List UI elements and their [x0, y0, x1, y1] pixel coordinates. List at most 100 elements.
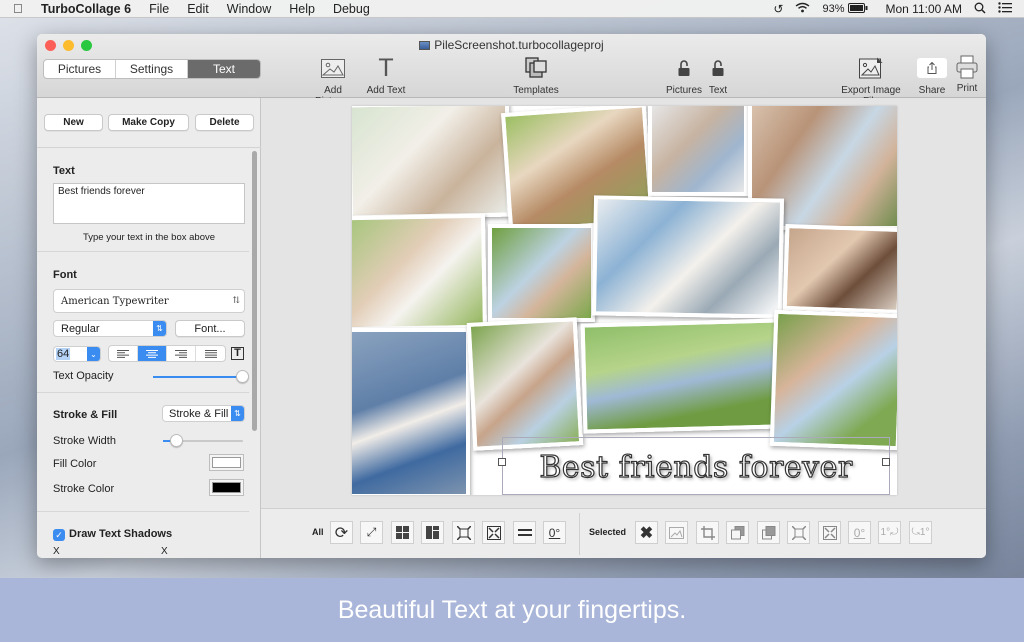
opacity-slider-fill	[153, 376, 243, 378]
menu-window[interactable]: Window	[227, 2, 271, 16]
font-family-select[interactable]: American Typewriter ⇅	[53, 289, 245, 313]
shrink-icon	[822, 525, 837, 540]
expand-all-button[interactable]	[452, 521, 475, 544]
replace-image-button[interactable]	[665, 521, 688, 544]
window-title: PileScreenshot.turbocollageproj	[37, 38, 986, 52]
font-size-value[interactable]: 64	[56, 348, 71, 360]
print-button[interactable]: Print	[953, 54, 981, 94]
opacity-slider-knob[interactable]	[236, 370, 249, 383]
text-box-icon[interactable]: T	[231, 347, 244, 360]
font-style-value: Regular	[61, 322, 100, 335]
sidebar-scrollbar[interactable]	[252, 151, 257, 431]
crop-button[interactable]	[696, 521, 719, 544]
align-center-button[interactable]	[138, 346, 167, 361]
stroke-mode-value: Stroke & Fill	[169, 407, 229, 420]
align-left-button[interactable]	[109, 346, 138, 361]
delete-text-button[interactable]: Delete	[195, 114, 254, 131]
collage-text-caption[interactable]: Best friends forever	[502, 449, 890, 485]
templates-label: Templates	[513, 85, 559, 96]
add-text-button[interactable]: T Add Text	[365, 54, 407, 97]
lock-pictures-button[interactable]: Pictures	[665, 56, 703, 96]
rotate-zero-selected-button[interactable]: 0°	[848, 521, 871, 544]
equal-size-button[interactable]	[513, 521, 536, 544]
font-panel-button[interactable]: Font...	[175, 320, 245, 337]
menu-bar:  TurboCollage 6 File Edit Window Help D…	[0, 0, 1024, 18]
opacity-slider[interactable]	[153, 370, 249, 383]
fill-color-well[interactable]	[209, 454, 244, 471]
collage-canvas[interactable]: Best friends forever	[352, 106, 897, 495]
rotate-cw-button[interactable]: 1°⤾	[878, 521, 901, 544]
stroke-mode-select[interactable]: Stroke & Fill ⇅	[162, 405, 245, 422]
draw-shadows-checkbox[interactable]: ✓	[53, 529, 65, 541]
share-button[interactable]: Share	[917, 56, 947, 96]
menu-debug[interactable]: Debug	[333, 2, 370, 16]
shuffle-button[interactable]: ⟳	[330, 521, 353, 544]
menu-help[interactable]: Help	[289, 2, 315, 16]
crop-icon	[700, 525, 715, 540]
collage-photo[interactable]	[488, 224, 595, 322]
app-window: PileScreenshot.turbocollageproj Pictures…	[37, 34, 986, 558]
project-file-icon	[419, 41, 431, 50]
collage-photo[interactable]	[648, 106, 748, 196]
apple-icon[interactable]: 	[13, 1, 27, 16]
stroke-width-slider[interactable]	[163, 434, 243, 447]
menu-edit[interactable]: Edit	[187, 2, 209, 16]
expand-selected-button[interactable]	[787, 521, 810, 544]
lock-text-button[interactable]: Text	[703, 56, 733, 96]
menu-app-name[interactable]: TurboCollage 6	[41, 2, 131, 16]
collage-photo[interactable]	[352, 106, 511, 220]
grid-button[interactable]	[391, 521, 414, 544]
mosaic-button[interactable]	[421, 521, 444, 544]
collage-photo[interactable]	[352, 328, 470, 495]
align-justify-button[interactable]	[196, 346, 225, 361]
collage-photo[interactable]	[352, 213, 487, 332]
collage-photo[interactable]	[782, 223, 897, 315]
wifi-icon[interactable]	[795, 2, 810, 16]
spotlight-icon[interactable]	[974, 2, 986, 17]
collage-photo[interactable]	[769, 309, 897, 451]
tab-text[interactable]: Text	[188, 60, 260, 78]
collage-photo[interactable]	[580, 318, 784, 434]
battery-icon[interactable]	[847, 2, 868, 16]
rotate-zero-all-button[interactable]: 0°	[543, 521, 566, 544]
stroke-width-label: Stroke Width	[53, 435, 116, 447]
tab-settings[interactable]: Settings	[116, 60, 188, 78]
shrink-selected-button[interactable]	[818, 521, 841, 544]
shrink-all-button[interactable]	[482, 521, 505, 544]
rotate-zero-icon: 0°	[853, 525, 866, 540]
collage-photo[interactable]	[591, 195, 785, 319]
clock[interactable]: Mon 11:00 AM	[886, 2, 963, 16]
time-machine-icon[interactable]: ↺	[773, 2, 783, 16]
stroke-color-label: Stroke Color	[53, 483, 115, 495]
align-right-button[interactable]	[167, 346, 196, 361]
promo-text: Beautiful Text at your fingertips.	[337, 595, 687, 624]
shadow-x-label: X	[53, 546, 60, 557]
stroke-color-well[interactable]	[209, 479, 244, 496]
stroke-width-slider-knob[interactable]	[169, 434, 183, 447]
text-input[interactable]: Best friends forever	[53, 183, 245, 224]
send-backward-button[interactable]	[726, 521, 749, 544]
menu-file[interactable]: File	[149, 2, 169, 16]
collage-canvas-area: Best friends forever	[261, 98, 986, 508]
rotate-ccw-icon: ⤿1°	[911, 527, 930, 538]
tab-pictures[interactable]: Pictures	[44, 60, 116, 78]
remove-selected-button[interactable]: ✖	[635, 521, 658, 544]
fit-all-icon: ⤢	[366, 525, 377, 539]
bring-forward-button[interactable]	[757, 521, 780, 544]
divider	[37, 392, 249, 393]
fit-all-button[interactable]: ⤢	[360, 521, 383, 544]
collage-photo[interactable]	[466, 317, 584, 451]
notification-center-icon[interactable]	[998, 2, 1012, 16]
make-copy-button[interactable]: Make Copy	[108, 114, 189, 131]
battery-percent: 93%	[822, 3, 845, 15]
templates-button[interactable]: Templates	[511, 56, 561, 96]
title-bar: PileScreenshot.turbocollageproj Pictures…	[37, 34, 986, 107]
new-text-button[interactable]: New	[44, 114, 103, 131]
font-style-select[interactable]: Regular ⇅	[53, 320, 167, 337]
updown-chevron-icon: ⇅	[153, 321, 166, 336]
rotate-cw-icon: 1°⤾	[880, 527, 899, 538]
font-size-combo[interactable]: 64 ⌄	[53, 346, 101, 362]
replace-image-icon	[669, 526, 684, 539]
promo-banner: Beautiful Text at your fingertips.	[0, 578, 1024, 642]
rotate-ccw-button[interactable]: ⤿1°	[909, 521, 932, 544]
